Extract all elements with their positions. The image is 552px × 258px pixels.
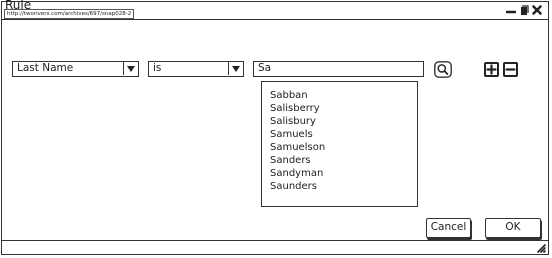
list-item[interactable]: Saunders — [270, 180, 417, 193]
cancel-button[interactable]: Cancel — [426, 218, 471, 238]
field-select-value: Last Name — [17, 62, 74, 74]
rule-dialog: Rule http://tworivers.com/archives/697/s… — [1, 0, 549, 255]
restore-icon[interactable] — [519, 4, 529, 16]
minimize-icon[interactable] — [506, 5, 516, 15]
list-item[interactable]: Salisbury — [270, 115, 417, 128]
add-rule-button[interactable] — [484, 62, 499, 77]
list-item[interactable]: Sabban — [270, 89, 417, 102]
remove-rule-button[interactable] — [503, 62, 518, 77]
ok-button[interactable]: OK — [485, 218, 541, 238]
url-tooltip: http://tworivers.com/archives/697/snap02… — [4, 9, 135, 19]
value-input[interactable]: Sa — [253, 61, 424, 77]
status-bar — [2, 240, 548, 254]
list-item[interactable]: Sanders — [270, 154, 417, 167]
list-item[interactable]: Sandyman — [270, 167, 417, 180]
list-item[interactable]: Samuelson — [270, 141, 417, 154]
operator-select[interactable]: is — [148, 61, 244, 77]
list-item[interactable]: Samuels — [270, 128, 417, 141]
close-icon[interactable] — [532, 5, 542, 15]
search-icon — [434, 61, 452, 78]
list-item[interactable]: Salisberry — [270, 102, 417, 115]
operator-select-value: is — [153, 62, 162, 74]
plus-icon — [486, 64, 497, 75]
autocomplete-list: Sabban Salisberry Salisbury Samuels Samu… — [261, 81, 418, 207]
title-bar: Rule http://tworivers.com/archives/697/s… — [2, 0, 548, 20]
minus-icon — [505, 68, 516, 71]
resize-grip-icon[interactable] — [536, 243, 546, 253]
chevron-down-icon[interactable] — [123, 62, 138, 75]
window-controls — [506, 3, 542, 17]
field-select[interactable]: Last Name — [12, 61, 139, 77]
chevron-down-icon[interactable] — [228, 62, 243, 75]
search-button[interactable] — [434, 61, 452, 78]
